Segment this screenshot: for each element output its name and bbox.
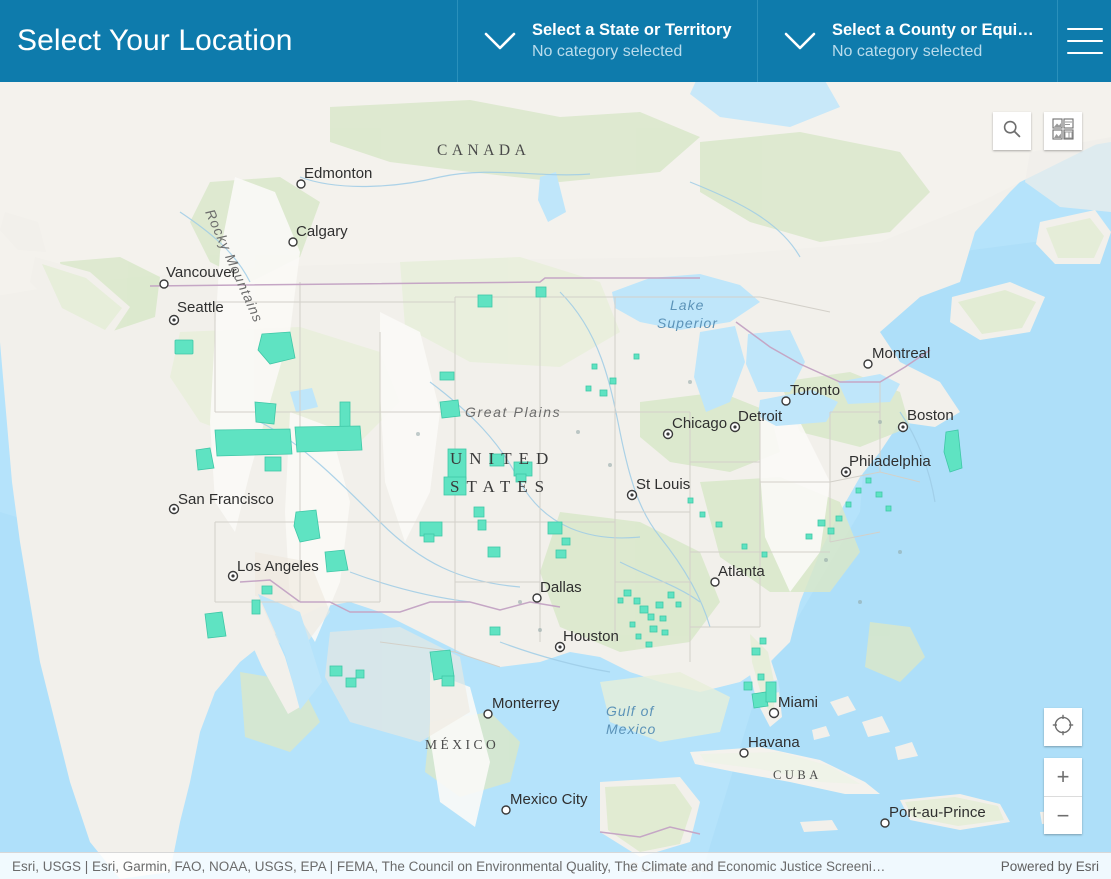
chevron-down-icon	[478, 19, 522, 63]
svg-text:Miami: Miami	[778, 694, 818, 711]
county-dropdown-text: Select a County or Equi… No category sel…	[832, 19, 1034, 63]
svg-text:Dallas: Dallas	[540, 579, 582, 596]
page-title: Select Your Location	[17, 24, 293, 57]
hamburger-menu-icon	[1066, 28, 1103, 54]
basemap-gallery-icon	[1052, 117, 1074, 145]
map-label-united-states-1: UNITED	[450, 449, 555, 468]
app-title-cell: Select Your Location	[0, 0, 458, 82]
svg-text:Vancouver: Vancouver	[166, 264, 237, 281]
svg-text:Seattle: Seattle	[177, 299, 224, 316]
map-label-mexico: MÉXICO	[425, 737, 499, 752]
powered-by-esri[interactable]: Powered by Esri	[985, 859, 1099, 874]
map-search-button[interactable]	[993, 112, 1031, 150]
svg-text:Chicago: Chicago	[672, 415, 727, 432]
svg-text:Havana: Havana	[748, 734, 800, 751]
map-label-lake-superior-2: Superior	[657, 315, 718, 331]
map-label-lake-superior: Lake	[670, 297, 704, 313]
state-dropdown[interactable]: Select a State or Territory No category …	[458, 0, 758, 82]
svg-text:Detroit: Detroit	[738, 408, 783, 425]
svg-text:Montreal: Montreal	[872, 345, 930, 362]
svg-text:Port-au-Prince: Port-au-Prince	[889, 804, 986, 821]
zoom-out-button[interactable]: −	[1044, 796, 1082, 834]
map-graphic: Rocky Mountains Lake Superior Gulf of Me…	[0, 82, 1111, 879]
map-label-gulf-of-mexico: Gulf of	[606, 703, 655, 719]
svg-text:Atlanta: Atlanta	[718, 563, 765, 580]
map-label-cuba: CUBA	[773, 768, 822, 782]
basemap-gallery-button[interactable]	[1044, 112, 1082, 150]
map-label-united-states-2: STATES	[450, 477, 551, 496]
plus-icon: +	[1056, 764, 1070, 789]
svg-text:San Francisco: San Francisco	[178, 491, 274, 508]
zoom-controls: + −	[1044, 758, 1082, 834]
svg-text:Calgary: Calgary	[296, 223, 348, 240]
svg-text:St Louis: St Louis	[636, 476, 690, 493]
attribution-text[interactable]: Esri, USGS | Esri, Garmin, FAO, NOAA, US…	[12, 859, 985, 874]
minus-icon: −	[1056, 802, 1070, 828]
search-icon	[1002, 119, 1022, 144]
county-dropdown[interactable]: Select a County or Equi… No category sel…	[758, 0, 1058, 82]
zoom-in-button[interactable]: +	[1044, 758, 1082, 796]
state-dropdown-value: No category selected	[532, 43, 683, 61]
chevron-down-icon	[778, 19, 822, 63]
svg-text:Mexico City: Mexico City	[510, 791, 588, 808]
svg-text:Monterrey: Monterrey	[492, 695, 560, 712]
location-selector-app: Select Your Location Select a State or T…	[0, 0, 1111, 879]
svg-text:Edmonton: Edmonton	[304, 165, 372, 182]
map-label-great-plains: Great Plains	[465, 404, 561, 420]
svg-text:Houston: Houston	[563, 628, 619, 645]
locate-crosshair-icon	[1052, 714, 1074, 741]
county-dropdown-value: No category selected	[832, 43, 983, 61]
county-dropdown-label: Select a County or Equi…	[832, 21, 1034, 40]
svg-text:Philadelphia: Philadelphia	[849, 453, 931, 470]
map-canvas[interactable]: Rocky Mountains Lake Superior Gulf of Me…	[0, 82, 1111, 879]
svg-text:Toronto: Toronto	[790, 382, 840, 399]
app-header: Select Your Location Select a State or T…	[0, 0, 1111, 82]
state-dropdown-text: Select a State or Territory No category …	[532, 19, 732, 63]
map-label-canada: CANADA	[437, 142, 530, 159]
hamburger-menu-button[interactable]	[1058, 0, 1111, 82]
map-label-gulf-of-mexico-2: Mexico	[606, 721, 656, 737]
svg-text:Boston: Boston	[907, 407, 954, 424]
svg-text:Los Angeles: Los Angeles	[237, 558, 319, 575]
state-dropdown-label: Select a State or Territory	[532, 21, 732, 40]
locate-button[interactable]	[1044, 708, 1082, 746]
map-attribution-bar: Esri, USGS | Esri, Garmin, FAO, NOAA, US…	[0, 852, 1111, 879]
